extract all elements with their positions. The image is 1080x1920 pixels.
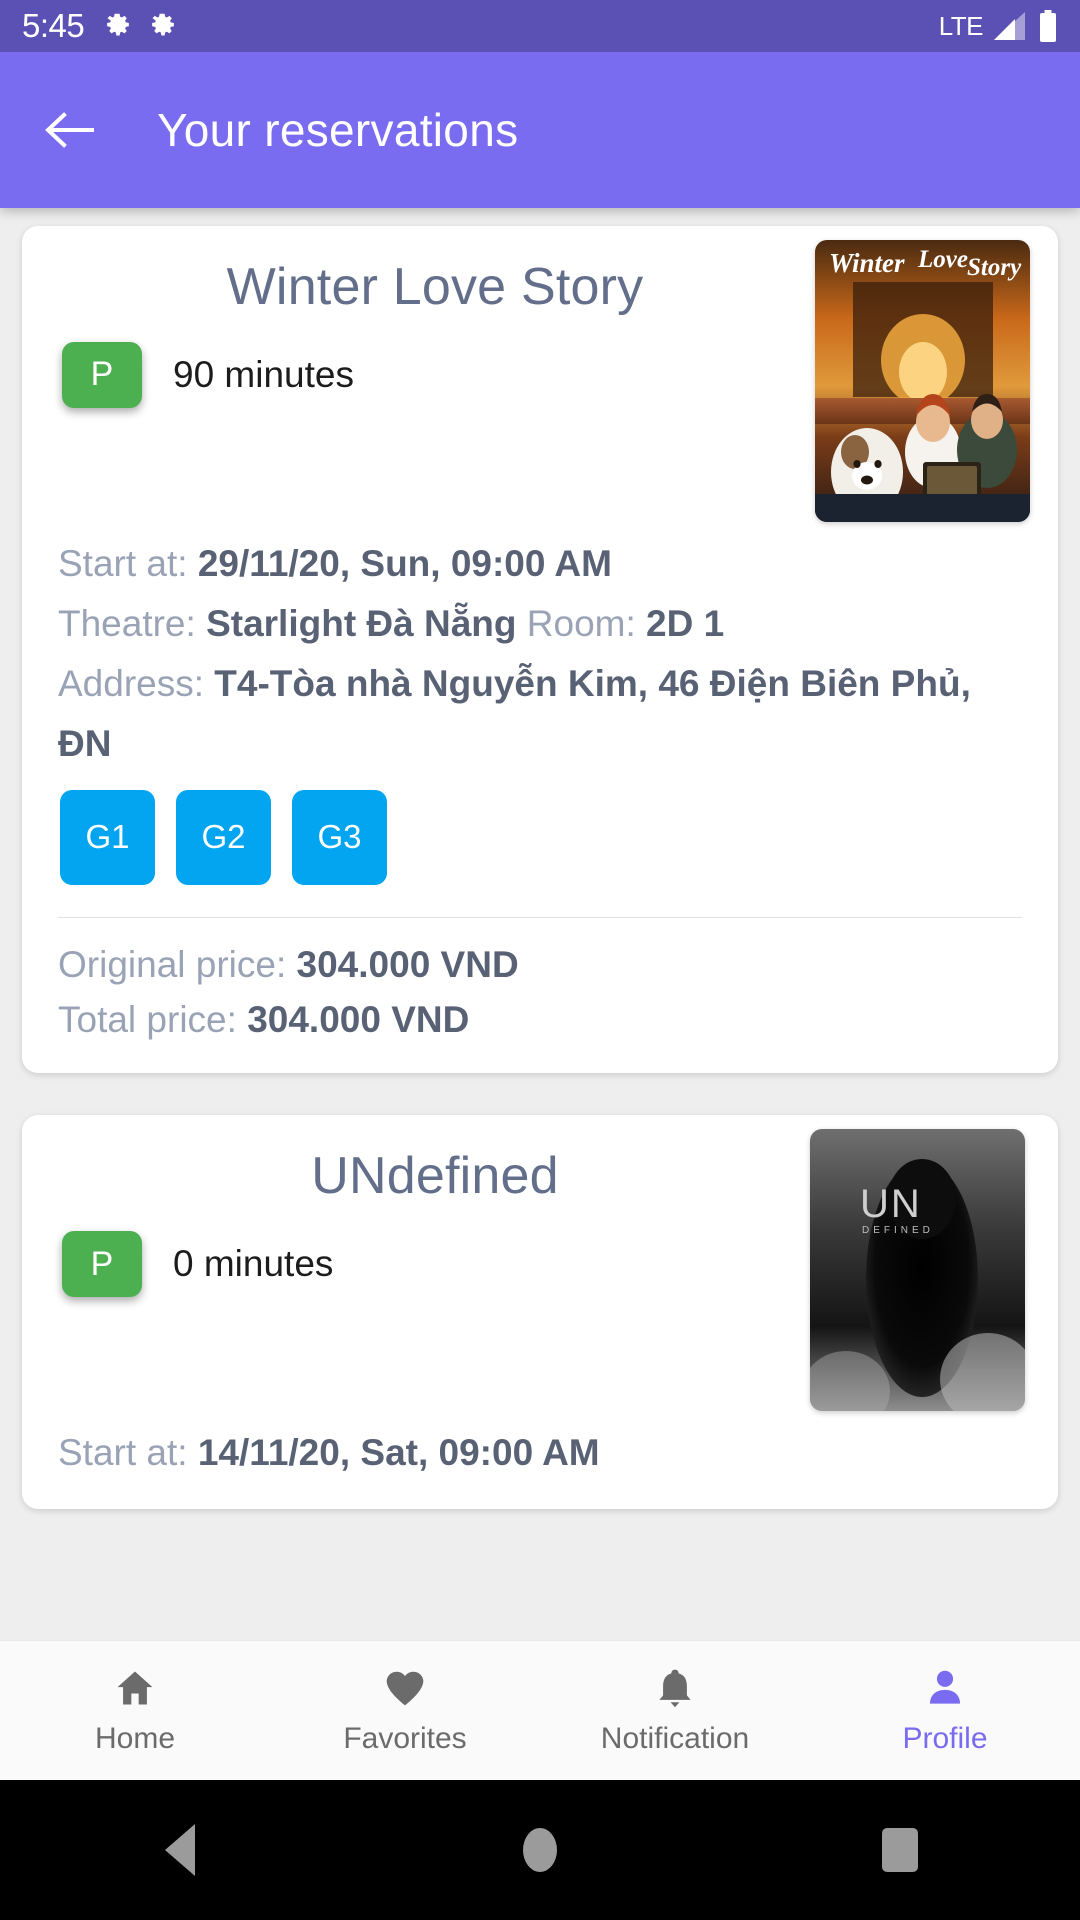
theatre-line: Theatre: Starlight Đà Nẵng Room: 2D 1 — [58, 594, 1022, 654]
page-title: Your reservations — [157, 104, 519, 156]
original-price-line: Original price: 304.000 VND — [22, 938, 1058, 993]
start-at-line: Start at: 14/11/20, Sat, 09:00 AM — [58, 1423, 1022, 1483]
gear-icon — [152, 13, 175, 36]
person-icon — [929, 1670, 961, 1704]
movie-duration: 0 minutes — [173, 1243, 334, 1285]
total-price-line: Total price: 304.000 VND — [22, 993, 1058, 1048]
status-time: 5:45 — [22, 7, 85, 44]
card-divider — [58, 916, 1022, 918]
reservation-details: Start at: 14/11/20, Sat, 09:00 AM — [22, 1423, 1058, 1483]
bell-icon — [659, 1669, 691, 1707]
nav-item-home[interactable]: Home — [0, 1666, 270, 1756]
card-header: UNdefined P 0 minutes UN DEFINED — [22, 1115, 1058, 1423]
total-price-label: Total price: — [58, 998, 248, 1040]
rating-badge: P — [62, 341, 142, 408]
nav-item-notification[interactable]: Notification — [540, 1666, 810, 1756]
rating-badge: P — [62, 1231, 142, 1298]
heart-icon — [386, 1671, 424, 1705]
home-icon — [117, 1671, 153, 1704]
status-bar: 5:45 LTE — [0, 0, 1080, 52]
triangle-back-icon — [165, 1824, 195, 1876]
seat-chip[interactable]: G1 — [60, 789, 155, 885]
nav-label-profile: Profile — [902, 1721, 988, 1755]
theatre-value: Starlight Đà Nẵng — [206, 602, 517, 644]
gear-icon — [107, 13, 130, 36]
svg-text:UN: UN — [860, 1182, 922, 1226]
reservation-details: Start at: 29/11/20, Sun, 09:00 AM Theatr… — [22, 534, 1058, 885]
nav-label-home: Home — [94, 1721, 176, 1755]
reservation-card[interactable]: UNdefined P 0 minutes UN DEFINED Start a… — [22, 1115, 1058, 1510]
svg-text:Winter: Winter — [829, 248, 905, 278]
svg-text:Story: Story — [967, 254, 1022, 281]
total-price-value: 304.000 VND — [247, 998, 470, 1040]
circle-home-icon — [523, 1828, 557, 1872]
svg-text:DEFINED: DEFINED — [862, 1225, 934, 1236]
room-label: Room: — [516, 602, 647, 644]
nav-label-favorites: Favorites — [343, 1721, 467, 1755]
start-at-label: Start at: — [58, 543, 198, 584]
original-price-value: 304.000 VND — [296, 943, 519, 985]
app-bar: Your reservations — [0, 52, 1080, 208]
android-recents-button[interactable] — [720, 1828, 1080, 1872]
start-at-value: 14/11/20, Sat, 09:00 AM — [197, 1432, 600, 1474]
room-value: 2D 1 — [646, 602, 725, 644]
network-type-label: LTE — [938, 10, 984, 41]
seat-chip[interactable]: G2 — [176, 789, 271, 885]
start-at-label: Start at: — [58, 1432, 198, 1474]
address-label: Address: — [58, 662, 215, 704]
seat-chip[interactable]: G3 — [292, 789, 387, 885]
original-price-label: Original price: — [58, 943, 297, 985]
signal-bars-icon — [994, 11, 1027, 41]
battery-full-icon — [1040, 10, 1056, 42]
reservations-list[interactable]: Winter Love Story P 90 minutes Winter Lo… — [0, 208, 1080, 1643]
back-arrow-icon[interactable] — [44, 110, 94, 150]
android-back-button[interactable] — [0, 1824, 360, 1876]
android-home-button[interactable] — [360, 1828, 720, 1872]
movie-duration: 90 minutes — [173, 353, 354, 395]
svg-text:Love: Love — [917, 246, 968, 273]
bottom-navigation: Home Favorites Notification Profile — [0, 1640, 1080, 1780]
status-right-icons: LTE — [939, 10, 1058, 42]
start-at-value: 29/11/20, Sun, 09:00 AM — [197, 543, 612, 584]
movie-poster[interactable]: UN DEFINED — [810, 1129, 1025, 1412]
card-header: Winter Love Story P 90 minutes Winter Lo… — [22, 226, 1058, 534]
square-recents-icon — [882, 1828, 918, 1872]
theatre-label: Theatre: — [58, 602, 207, 644]
movie-poster[interactable]: Winter Love Story — [815, 240, 1030, 522]
nav-label-notification: Notification — [600, 1721, 750, 1755]
reservation-card[interactable]: Winter Love Story P 90 minutes Winter Lo… — [22, 226, 1058, 1074]
seat-list: G1 G2 G3 — [58, 789, 1022, 885]
address-line: Address: T4-Tòa nhà Nguyễn Kim, 46 Điện … — [58, 654, 1022, 774]
nav-item-favorites[interactable]: Favorites — [270, 1666, 540, 1756]
status-left-icons — [104, 12, 177, 40]
android-navigation-bar — [0, 1780, 1080, 1920]
phone-screen: 5:45 LTE Your reservations Winter Love S… — [0, 0, 1080, 1920]
start-at-line: Start at: 29/11/20, Sun, 09:00 AM — [58, 534, 1022, 594]
nav-item-profile[interactable]: Profile — [810, 1666, 1080, 1756]
